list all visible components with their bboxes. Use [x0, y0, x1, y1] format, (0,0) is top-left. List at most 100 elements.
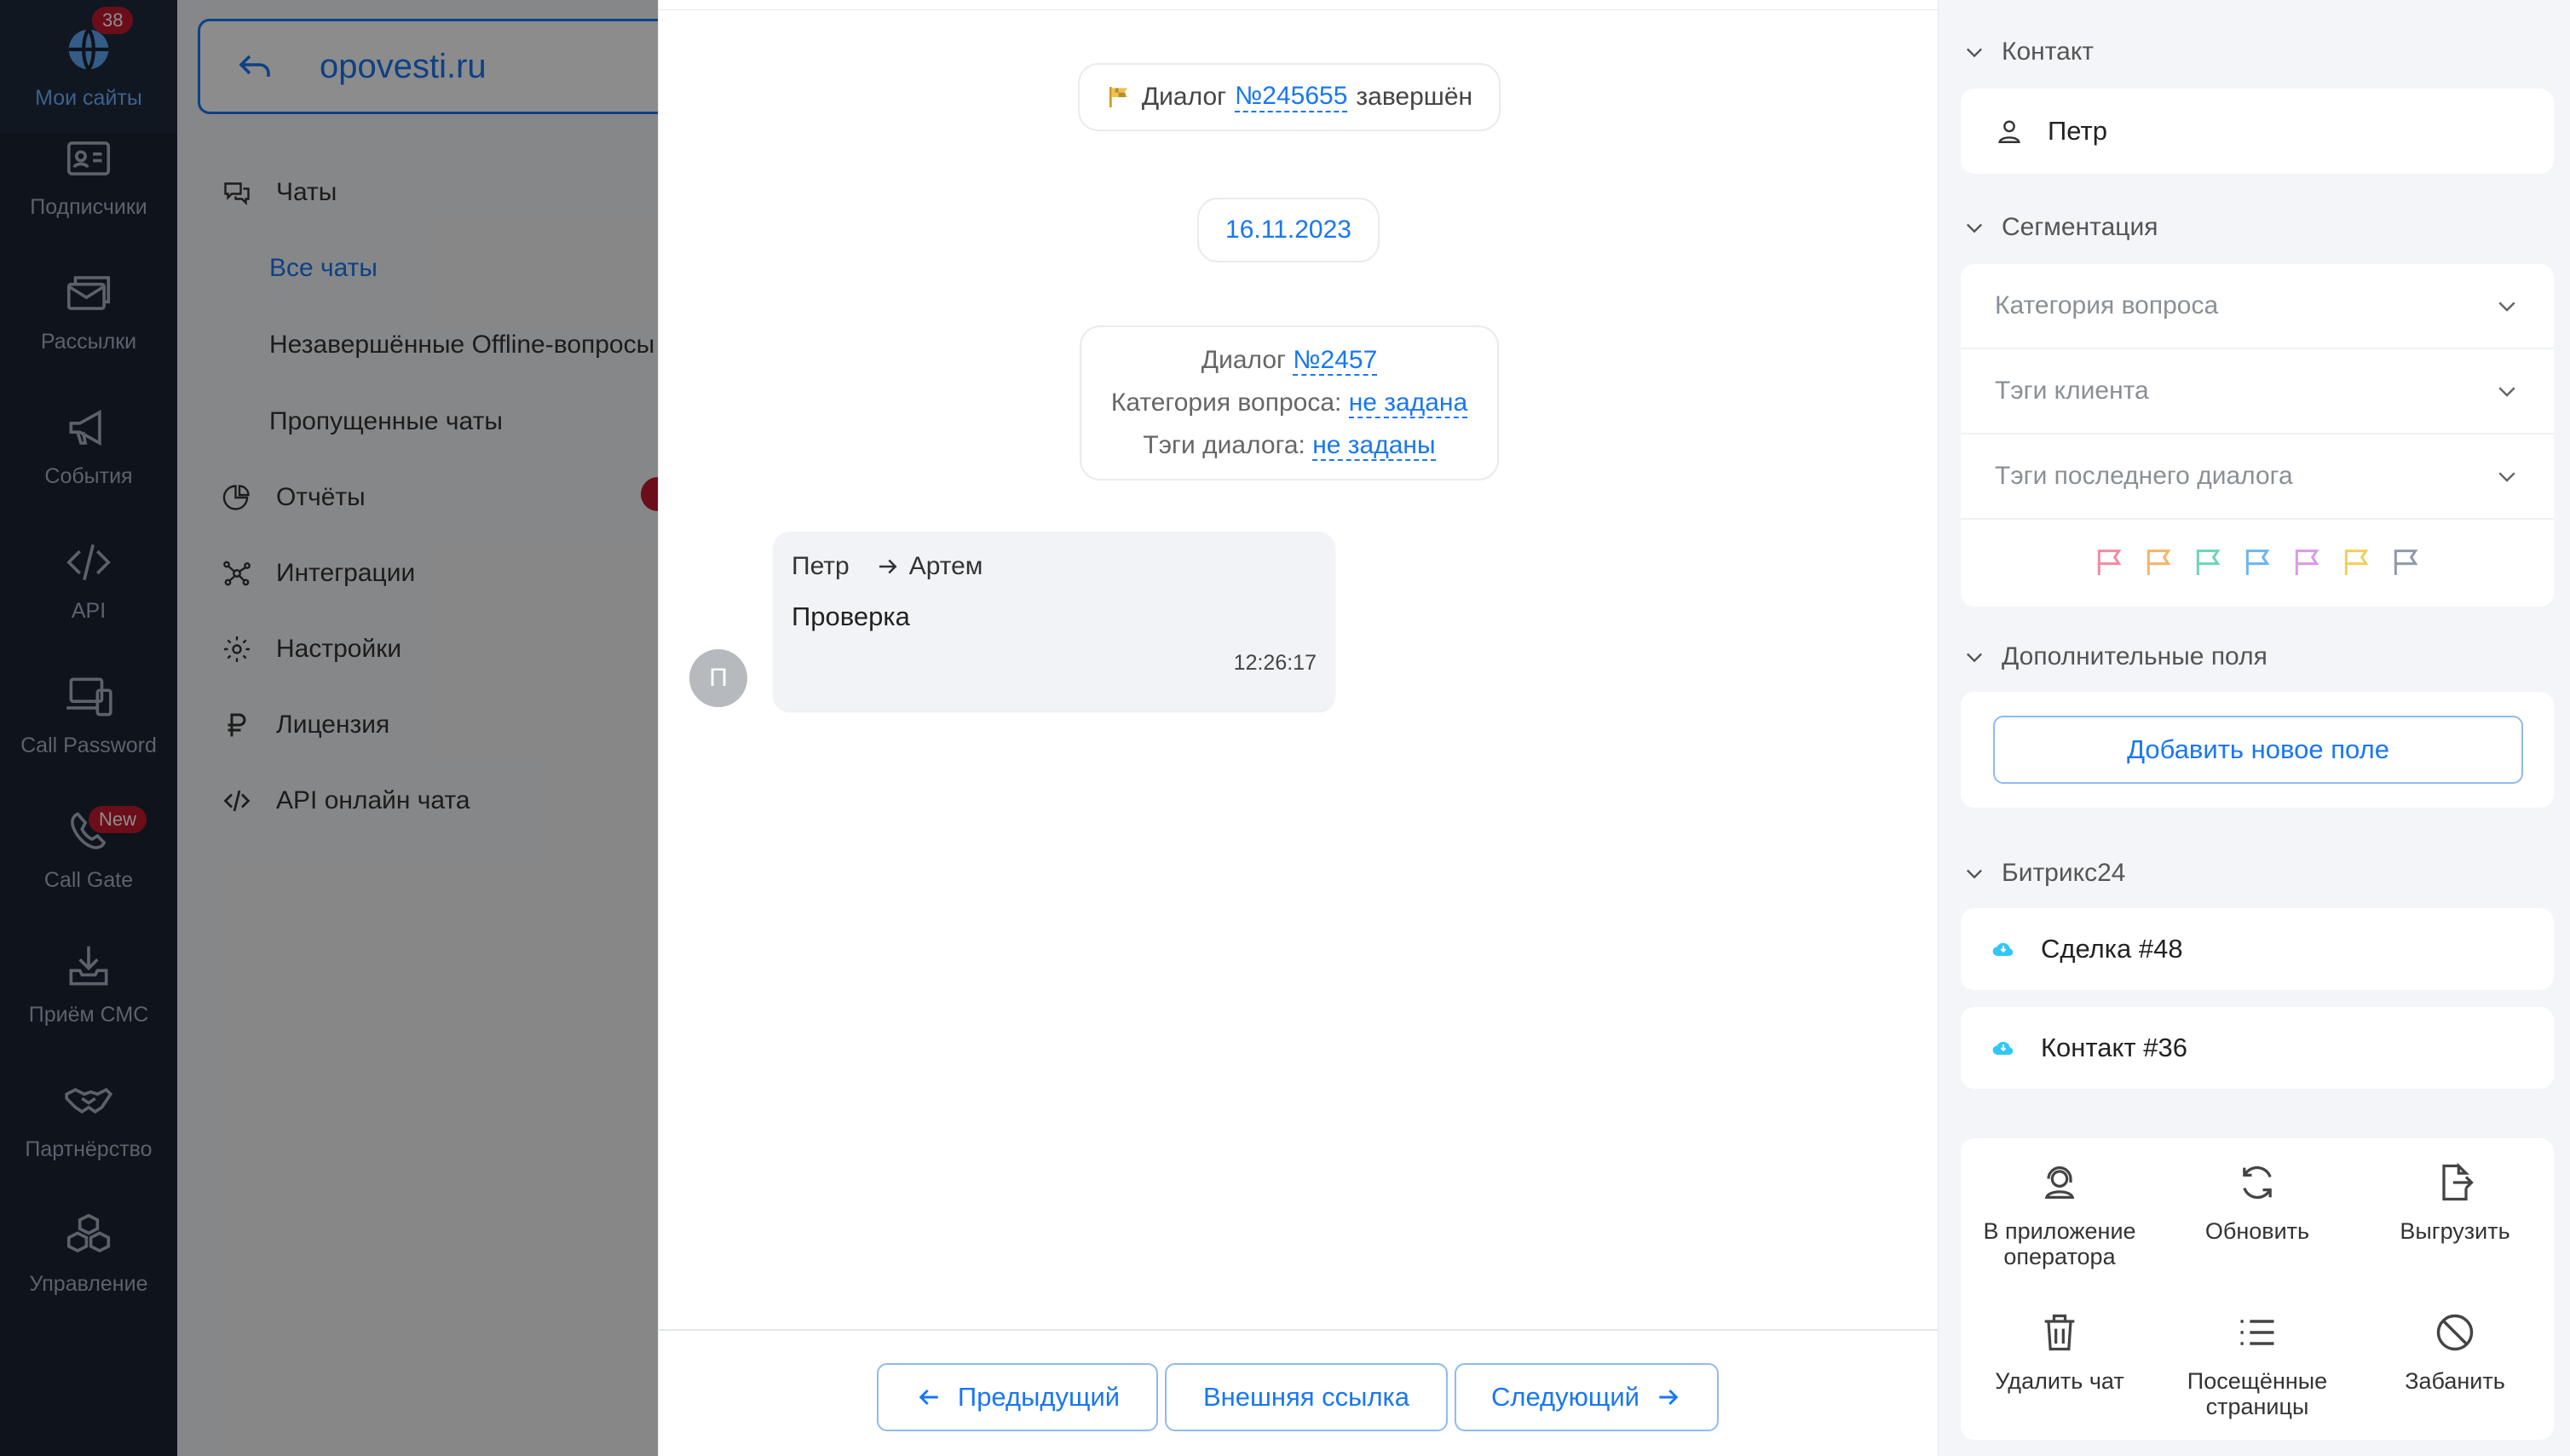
select-label: Тэги последнего диалога [1995, 462, 2293, 490]
modal-backdrop[interactable] [0, 0, 658, 1456]
info-category-link[interactable]: не задана [1348, 388, 1468, 418]
segmentation-card: Категория вопроса Тэги клиента Тэги посл… [1961, 264, 2554, 607]
arrow-left-icon [919, 1389, 938, 1406]
delete-chat-button[interactable]: Удалить чат [1961, 1310, 2158, 1394]
bitrix-item-label: Сделка #48 [2041, 934, 2183, 964]
section-toggle-contact[interactable]: Контакт [1962, 37, 2094, 66]
flag-icon[interactable] [2339, 545, 2373, 579]
info-tags-link[interactable]: не заданы [1312, 431, 1436, 461]
select-label: Категория вопроса [1995, 291, 2219, 319]
section-title: Битрикс24 [2002, 859, 2126, 887]
question-category-select[interactable]: Категория вопроса [1961, 264, 2554, 349]
chevron-down-icon [1967, 653, 1982, 663]
external-link-button[interactable]: Внешняя ссылка [1165, 1363, 1448, 1431]
previous-label: Предыдущий [957, 1382, 1121, 1412]
info-tags-row: Тэги диалога: не заданы [1143, 431, 1436, 461]
info-tags-label: Тэги диалога: [1143, 431, 1305, 459]
flag-icon[interactable] [2092, 545, 2126, 579]
bitrix-deal-row: Сделка #48 [1961, 908, 2554, 990]
refresh-icon [2243, 1165, 2272, 1200]
finished-prefix: Диалог [1141, 83, 1227, 111]
select-label: Тэги клиента [1995, 377, 2149, 405]
section-toggle-segmentation[interactable]: Сегментация [1962, 213, 2158, 242]
info-dialog-label: Диалог [1201, 346, 1286, 374]
action-label: Посещённые страницы [2187, 1368, 2328, 1419]
flag-icon[interactable] [2240, 545, 2274, 579]
previous-button[interactable]: Предыдущий [877, 1363, 1158, 1431]
dialog-finished-pill: Диалог №245655 завершён [1078, 63, 1501, 131]
action-label: В приложение оператора [1983, 1218, 2136, 1269]
export-button[interactable]: Выгрузить [2356, 1160, 2554, 1244]
dialog-info-card: Диалог №2457 Категория вопроса: не задан… [1080, 325, 1499, 481]
add-field-button[interactable]: Добавить новое поле [1993, 716, 2523, 784]
color-flags [1961, 520, 2554, 605]
flag-icon[interactable] [2141, 545, 2175, 579]
chat-details-sidebar: Контакт Петр Сегментация Категория вопро… [1938, 0, 2570, 1456]
arrow-right-icon [1659, 1389, 1679, 1406]
ban-button[interactable]: Забанить [2356, 1310, 2554, 1394]
avatar: П [689, 649, 747, 707]
info-category-label: Категория вопроса: [1110, 388, 1342, 417]
contact-name: Петр [2048, 116, 2107, 146]
finished-dialog-link[interactable]: №245655 [1235, 82, 1348, 112]
chevron-down-icon [2498, 387, 2515, 397]
date-pill: 16.11.2023 [1197, 198, 1380, 262]
message-time: 12:26:17 [1233, 651, 1317, 675]
chevron-down-icon [1967, 869, 1982, 879]
info-dialog-link[interactable]: №2457 [1293, 346, 1378, 376]
chat-top-border [659, 0, 1939, 10]
flag-icon[interactable] [2388, 545, 2423, 579]
next-button[interactable]: Следующий [1455, 1363, 1719, 1431]
contact-row[interactable]: Петр [1961, 89, 2554, 174]
section-toggle-extra-fields[interactable]: Дополнительные поля [1962, 642, 2267, 671]
action-label: Обновить [2204, 1218, 2310, 1244]
flag-icon[interactable] [2290, 545, 2324, 579]
client-tags-select[interactable]: Тэги клиента [1961, 349, 2554, 434]
message-sender: Петр [792, 552, 850, 580]
visited-pages-button[interactable]: Посещённые страницы [2158, 1310, 2356, 1419]
bitrix-contact-card[interactable]: Контакт #36 [1961, 1007, 2554, 1089]
flag-icon[interactable] [2191, 545, 2225, 579]
bitrix-cloud-icon [1992, 1041, 2014, 1056]
message-recipient: Артем [908, 552, 983, 580]
chat-footer: Предыдущий Внешняя ссылка Следующий [659, 1329, 1939, 1456]
chevron-down-icon [2498, 472, 2515, 482]
section-toggle-bitrix[interactable]: Битрикс24 [1962, 859, 2125, 888]
actions-card: В приложение оператора Обновить Выгрузит… [1961, 1138, 2554, 1440]
section-title: Сегментация [2002, 213, 2158, 241]
operator-icon [2044, 1166, 2075, 1199]
info-category-row: Категория вопроса: не задана [1110, 388, 1468, 418]
ban-icon [2436, 1314, 2474, 1351]
export-icon [2442, 1162, 2474, 1201]
bitrix-cloud-icon [1992, 942, 2014, 957]
external-link-label: Внешняя ссылка [1202, 1382, 1410, 1412]
bitrix-contact-row: Контакт #36 [1961, 1007, 2554, 1089]
extra-fields-card: Добавить новое поле [1961, 692, 2554, 808]
chevron-down-icon [2498, 302, 2515, 312]
user-icon [1998, 120, 2020, 143]
action-label: Выгрузить [2400, 1218, 2510, 1244]
bitrix-deal-card[interactable]: Сделка #48 [1961, 908, 2554, 990]
finished-suffix: завершён [1356, 83, 1473, 111]
action-label: Забанить [2405, 1368, 2505, 1394]
message-bubble: Петр Артем Проверка 12:26:17 [773, 532, 1335, 711]
arrow-right-icon [879, 559, 897, 574]
finish-flag-icon [1109, 87, 1128, 107]
section-title: Контакт [2002, 37, 2095, 66]
chevron-down-icon [1967, 223, 1982, 233]
bitrix-item-label: Контакт #36 [2041, 1033, 2187, 1062]
refresh-button[interactable]: Обновить [2158, 1160, 2356, 1244]
next-label: Следующий [1490, 1382, 1639, 1412]
chevron-down-icon [1967, 48, 1982, 58]
contact-card: Петр [1961, 89, 2554, 174]
to-operator-app-button[interactable]: В приложение оператора [1961, 1160, 2158, 1269]
last-dialog-tags-select[interactable]: Тэги последнего диалога [1961, 434, 2554, 520]
section-title: Дополнительные поля [2002, 642, 2267, 670]
chat-dialog-panel: Диалог №245655 завершён 16.11.2023 Диало… [658, 0, 1939, 1456]
list-icon [2240, 1320, 2274, 1345]
message-header: Петр Артем [792, 552, 982, 581]
trash-icon [2044, 1314, 2075, 1351]
message-text: Проверка [792, 601, 910, 631]
info-dialog-row: Диалог №2457 [1201, 346, 1378, 376]
action-label: Удалить чат [1995, 1368, 2124, 1394]
